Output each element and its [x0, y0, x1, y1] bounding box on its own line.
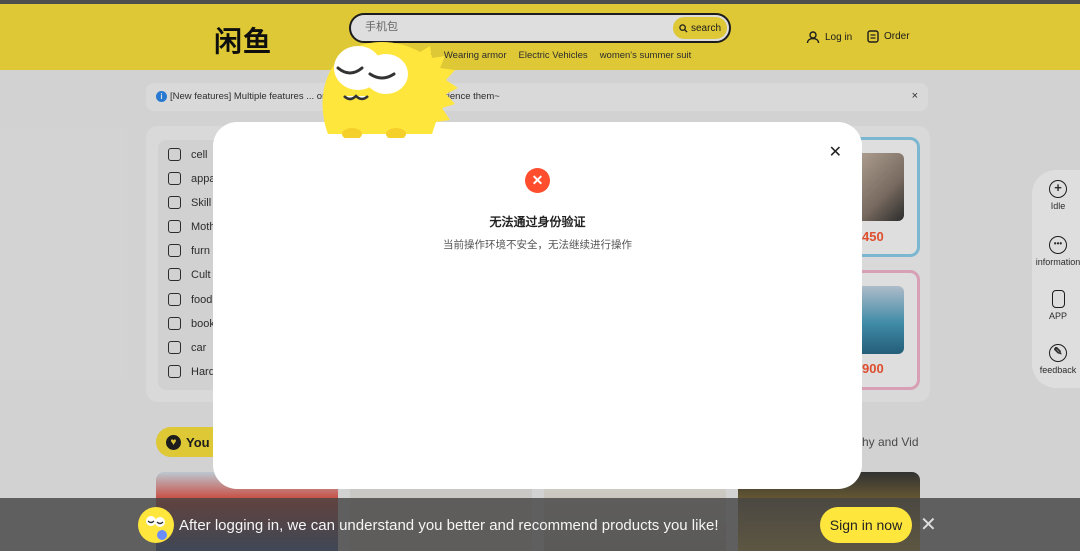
dialog-title: 无法通过身份验证	[489, 215, 586, 229]
close-icon[interactable]: ✕	[829, 142, 842, 162]
mascot-illustration	[322, 41, 458, 138]
error-icon: ✕	[525, 168, 550, 193]
mascot-avatar	[138, 507, 174, 543]
login-prompt-text: After logging in, we can understand you …	[179, 517, 719, 534]
dialog-message: 当前操作环境不安全，无法继续进行操作	[443, 239, 632, 251]
error-dialog: ✕ ✕ 无法通过身份验证 当前操作环境不安全，无法继续进行操作	[213, 122, 862, 489]
close-icon[interactable]: ✕	[920, 512, 937, 537]
sign-in-button[interactable]: Sign in now	[820, 507, 912, 543]
